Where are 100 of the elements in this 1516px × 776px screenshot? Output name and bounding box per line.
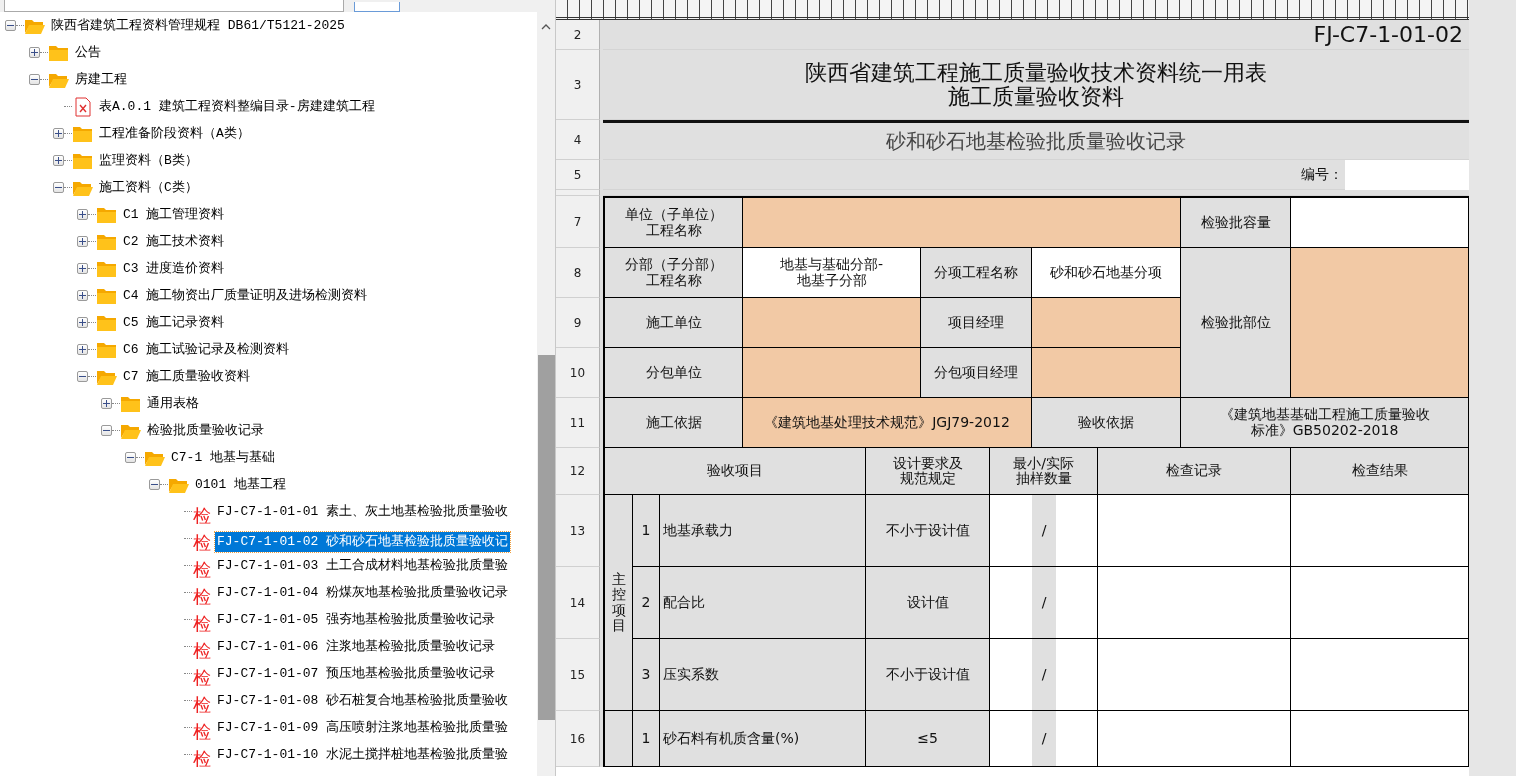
row-number: 13 [556, 495, 600, 567]
row-number: 2 [556, 20, 600, 50]
tree-item[interactable]: 监理资料（B类） [97, 150, 200, 171]
tree-item[interactable]: 通用表格 [145, 393, 201, 414]
tree-item[interactable]: 0101 地基工程 [193, 474, 288, 495]
form-label: 施工单位 [603, 298, 743, 348]
inspection-mark: 检 [192, 611, 212, 636]
folder-icon [96, 259, 118, 278]
tree-item[interactable]: 房建工程 [73, 69, 129, 90]
inspection-mark: 检 [192, 746, 212, 771]
row-number: 15 [556, 639, 600, 711]
tree-item[interactable]: FJ-C7-1-01-08 砂石桩复合地基检验批质量验收 [215, 690, 511, 711]
expand-icon[interactable] [77, 290, 88, 301]
row-number: 11 [556, 398, 600, 448]
expand-icon[interactable] [101, 398, 112, 409]
folder-icon [120, 394, 142, 413]
row-number-header [556, 190, 600, 196]
tree-item[interactable]: 公告 [73, 42, 103, 63]
tree-item[interactable]: C7-1 地基与基础 [169, 447, 277, 468]
row-number: 16 [556, 711, 600, 767]
expand-icon[interactable] [77, 209, 88, 220]
form-label: 《建筑地基基础工程施工质量验收 [1219, 407, 1430, 423]
form-label: 分部（子分部） [624, 257, 723, 273]
collapse-icon[interactable] [5, 20, 16, 31]
form-title: 陕西省建筑工程施工质量验收技术资料统一用表 [805, 61, 1267, 85]
folder-icon [96, 340, 118, 359]
collapse-icon[interactable] [29, 74, 40, 85]
tree-item[interactable]: C5 施工记录资料 [121, 312, 227, 333]
tree-item[interactable]: FJ-C7-1-01-09 高压喷射注浆地基检验批质量验 [215, 717, 511, 738]
form-label: 分包项目经理 [921, 348, 1032, 398]
inspection-mark: 检 [192, 638, 212, 663]
inspection-mark: 检 [192, 557, 212, 582]
inspection-mark: 检 [192, 530, 212, 555]
expand-icon[interactable] [77, 236, 88, 247]
row-number: 3 [556, 50, 600, 120]
inspection-mark: 检 [192, 503, 212, 528]
row-number: 5 [556, 160, 600, 190]
tree-item[interactable]: C3 进度造价资料 [121, 258, 227, 279]
form-label: 工程名称 [645, 222, 702, 238]
item-number: 1 [633, 495, 660, 567]
inspection-mark: 检 [192, 719, 212, 744]
tree-item[interactable]: 施工资料（C类） [97, 177, 200, 198]
expand-icon[interactable] [77, 344, 88, 355]
form-label: 分项工程名称 [921, 248, 1032, 298]
item-name: 地基承载力 [660, 495, 866, 567]
form-label: 施工依据 [603, 398, 743, 448]
tree-item[interactable]: 检验批质量验收记录 [145, 420, 266, 441]
tree-item[interactable]: 工程准备阶段资料（A类） [97, 123, 252, 144]
item-name: 砂石料有机质含量(%) [660, 711, 866, 767]
form-label: 规范规定 [899, 471, 956, 487]
form-label: 设计要求及 [892, 455, 963, 471]
item-name: 压实系数 [660, 639, 866, 711]
tree-item[interactable]: FJ-C7-1-01-02 砂和砂石地基检验批质量验收记 [215, 532, 511, 552]
sample-slash: / [1032, 567, 1056, 639]
form-label: 检验批容量 [1181, 196, 1291, 248]
sample-slash: / [1032, 495, 1056, 567]
number-label: 编号： [1301, 167, 1344, 182]
form-label: 抽样数量 [1015, 471, 1072, 487]
document-x-icon [75, 96, 91, 117]
row-number: 12 [556, 448, 600, 495]
form-label: 验收依据 [1032, 398, 1181, 448]
tree-item[interactable]: 陕西省建筑工程资料管理规程 DB61/T5121-2025 [49, 15, 347, 36]
collapse-icon[interactable] [125, 452, 136, 463]
tree-item[interactable]: C4 施工物资出厂质量证明及进场检测资料 [121, 285, 370, 306]
folder-icon [96, 286, 118, 305]
form-subtitle: 砂和砂石地基检验批质量验收记录 [886, 130, 1186, 152]
tree-item[interactable]: C2 施工技术资料 [121, 231, 227, 252]
group-label: 主控项目 [603, 495, 633, 711]
sample-slash: / [1032, 711, 1056, 767]
folder-icon [72, 151, 94, 170]
tree-item[interactable]: FJ-C7-1-01-05 强夯地基检验批质量验收记录 [215, 609, 498, 630]
tree-item[interactable]: FJ-C7-1-01-06 注浆地基检验批质量验收记录 [215, 636, 498, 657]
folder-icon [48, 43, 70, 62]
tree-item[interactable]: C7 施工质量验收资料 [121, 366, 253, 387]
tree-item[interactable]: 表A.0.1 建筑工程资料整编目录-房建建筑工程 [97, 96, 377, 117]
inspection-mark: 检 [192, 584, 212, 609]
tree-item[interactable]: FJ-C7-1-01-07 预压地基检验批质量验收记录 [215, 663, 498, 684]
collapse-icon[interactable] [77, 371, 88, 382]
tree-item[interactable]: C1 施工管理资料 [121, 204, 227, 225]
tree-item[interactable]: FJ-C7-1-01-03 土工合成材料地基检验批质量验 [215, 555, 511, 576]
form-label: 单位（子单位） [624, 207, 723, 223]
tree-item[interactable]: FJ-C7-1-01-04 粉煤灰地基检验批质量验收记录 [215, 582, 511, 603]
row-number: 10 [556, 348, 600, 398]
expand-icon[interactable] [53, 128, 64, 139]
tree-item[interactable]: FJ-C7-1-01-10 水泥土搅拌桩地基检验批质量验 [215, 744, 511, 765]
row-number: 7 [556, 196, 600, 248]
expand-icon[interactable] [29, 47, 40, 58]
form-label: 检查结果 [1291, 448, 1469, 495]
folder-icon [96, 205, 118, 224]
tree-item[interactable]: C6 施工试验记录及检测资料 [121, 339, 292, 360]
collapse-icon[interactable] [149, 479, 160, 490]
chevron-up-icon[interactable] [541, 24, 551, 30]
vertical-scrollbar[interactable] [537, 12, 555, 776]
row-number: 9 [556, 298, 600, 348]
collapse-icon[interactable] [101, 425, 112, 436]
tree-item[interactable]: FJ-C7-1-01-01 素土、灰土地基检验批质量验收 [215, 501, 511, 522]
expand-icon[interactable] [77, 317, 88, 328]
expand-icon[interactable] [53, 155, 64, 166]
expand-icon[interactable] [77, 263, 88, 274]
collapse-icon[interactable] [53, 182, 64, 193]
